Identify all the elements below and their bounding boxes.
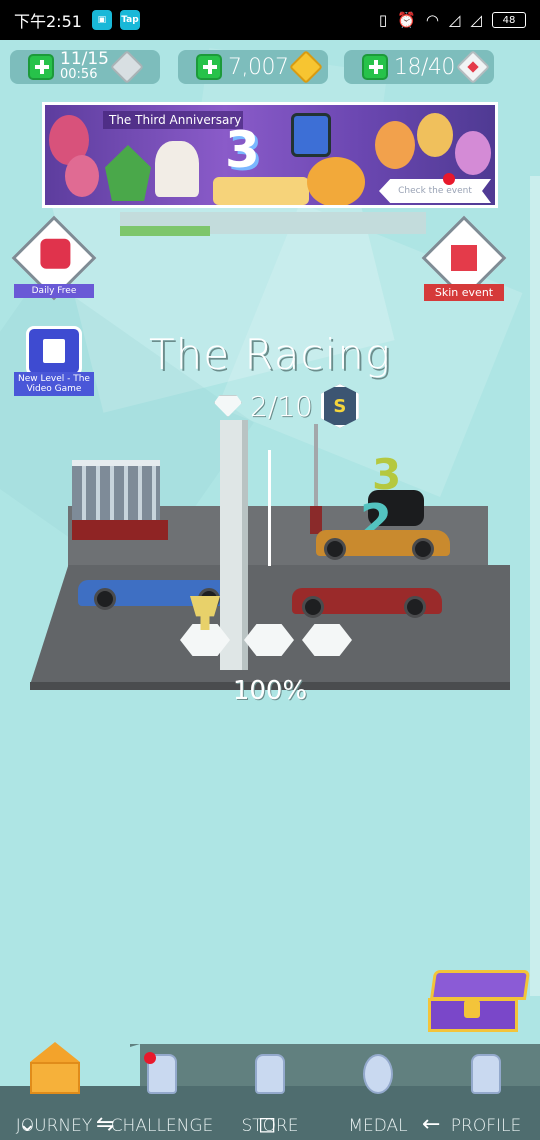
track-divider: [220, 420, 248, 670]
bottom-nav: JOURNEY CHALLENGE STORE MEDAL PROFILE ⌄ …: [0, 1042, 540, 1140]
battery-icon: 48: [492, 12, 526, 28]
gems-count: 18/40: [394, 54, 455, 80]
robot-icon: [291, 113, 331, 157]
status-time: 下午2:51: [14, 12, 82, 31]
add-lives-icon[interactable]: [28, 54, 54, 80]
lives-counter[interactable]: 11/15 00:56: [10, 50, 160, 84]
medal-icon: [363, 1054, 393, 1094]
sim-icon: ◿: [448, 11, 461, 29]
add-gems-icon[interactable]: [362, 54, 388, 80]
gem-cube-icon: [455, 50, 490, 84]
house-roof: [30, 1042, 80, 1062]
checkered-flag: [268, 450, 271, 566]
race-car-orange: [316, 530, 450, 560]
level-title: The Racing: [148, 330, 392, 379]
chest-lock-icon: [464, 1000, 480, 1018]
challenge-notification-dot: [144, 1052, 156, 1064]
lamp-base: [310, 506, 322, 534]
status-bar: 下午2:51 ▣ Tap ▯ ⏰ ◠ ◿ ◿ 48: [0, 0, 540, 40]
system-down-icon[interactable]: ⌄: [18, 1112, 36, 1137]
life-cube-icon: [110, 50, 144, 84]
sim2-icon: ◿: [470, 11, 482, 29]
level-diorama[interactable]: 3 2: [30, 420, 510, 710]
gems-counter[interactable]: 18/40: [344, 50, 494, 84]
balloon-icon: [375, 121, 415, 169]
coins-count: 7,007: [228, 54, 289, 80]
jester-box-icon: [451, 245, 477, 271]
resource-bar: 11/15 00:56 7,007 18/40: [0, 46, 540, 88]
daily-free-label: Daily Free: [14, 284, 94, 298]
check-event-button[interactable]: Check the event: [379, 179, 491, 203]
profile-icon: [471, 1054, 501, 1094]
podium-number: 3: [372, 450, 402, 499]
alarm-icon: ⏰: [397, 11, 416, 29]
grandstand-base: [72, 520, 168, 540]
balloon-icon: [65, 155, 99, 197]
lives-count: 11/15: [60, 49, 109, 69]
nav-challenge[interactable]: CHALLENGE: [108, 1052, 216, 1136]
balloon-icon: [455, 131, 491, 175]
battery-level: 48: [502, 14, 516, 26]
treasure-chest-button[interactable]: [428, 970, 532, 1034]
banner-title: The Third Anniversary: [103, 111, 243, 129]
tap-app-icon: Tap: [119, 10, 140, 30]
system-nav: ⌄ ⇋ ◻ ←: [0, 1106, 540, 1140]
wheel: [302, 596, 324, 618]
house-icon: [30, 1042, 80, 1094]
vibrate-icon: ▯: [378, 11, 388, 29]
system-home-icon[interactable]: ◻: [258, 1112, 276, 1137]
anniversary-banner[interactable]: The Third Anniversary 3 Check the event: [42, 102, 498, 208]
wifi-icon: ◠: [425, 11, 439, 29]
daily-free-button[interactable]: Daily Free: [11, 215, 97, 301]
floating-platform-edge: [120, 226, 210, 236]
clown-icon: [155, 141, 199, 197]
balloon-icon: [417, 113, 453, 157]
store-icon: [255, 1054, 285, 1094]
wheel: [412, 538, 434, 560]
notification-dot: [443, 173, 455, 185]
gem-icon: [40, 238, 71, 269]
cake-icon: [213, 177, 309, 205]
completion-percent: 100%: [232, 676, 308, 706]
add-coins-icon[interactable]: [196, 54, 222, 80]
diamond-icon: [214, 395, 242, 417]
coin-cube-icon: [289, 50, 324, 84]
wheel: [324, 538, 346, 560]
lives-timer: 00:56: [60, 67, 98, 82]
bear-icon: [307, 157, 365, 205]
nav-profile[interactable]: PROFILE: [432, 1054, 540, 1136]
system-recents-icon[interactable]: ⇋: [96, 1112, 114, 1137]
nav-store[interactable]: STORE: [216, 1054, 324, 1136]
chest-lid: [429, 970, 531, 1000]
screen-capture-icon: ▣: [91, 10, 112, 30]
banner-numeral: 3: [225, 121, 260, 179]
wheel: [404, 596, 426, 618]
nav-medal[interactable]: MEDAL: [324, 1054, 432, 1136]
skin-event-label: Skin event: [424, 284, 504, 301]
skin-event-button[interactable]: Skin event: [421, 215, 507, 301]
house-wall: [30, 1062, 80, 1094]
gems-progress: 2/10: [250, 389, 313, 423]
jester-icon: [105, 145, 151, 201]
race-car-red: [292, 588, 442, 618]
wheel: [94, 588, 116, 610]
system-back-icon[interactable]: ←: [422, 1112, 440, 1137]
coins-counter[interactable]: 7,007: [178, 50, 328, 84]
scrollbar[interactable]: [530, 176, 540, 996]
